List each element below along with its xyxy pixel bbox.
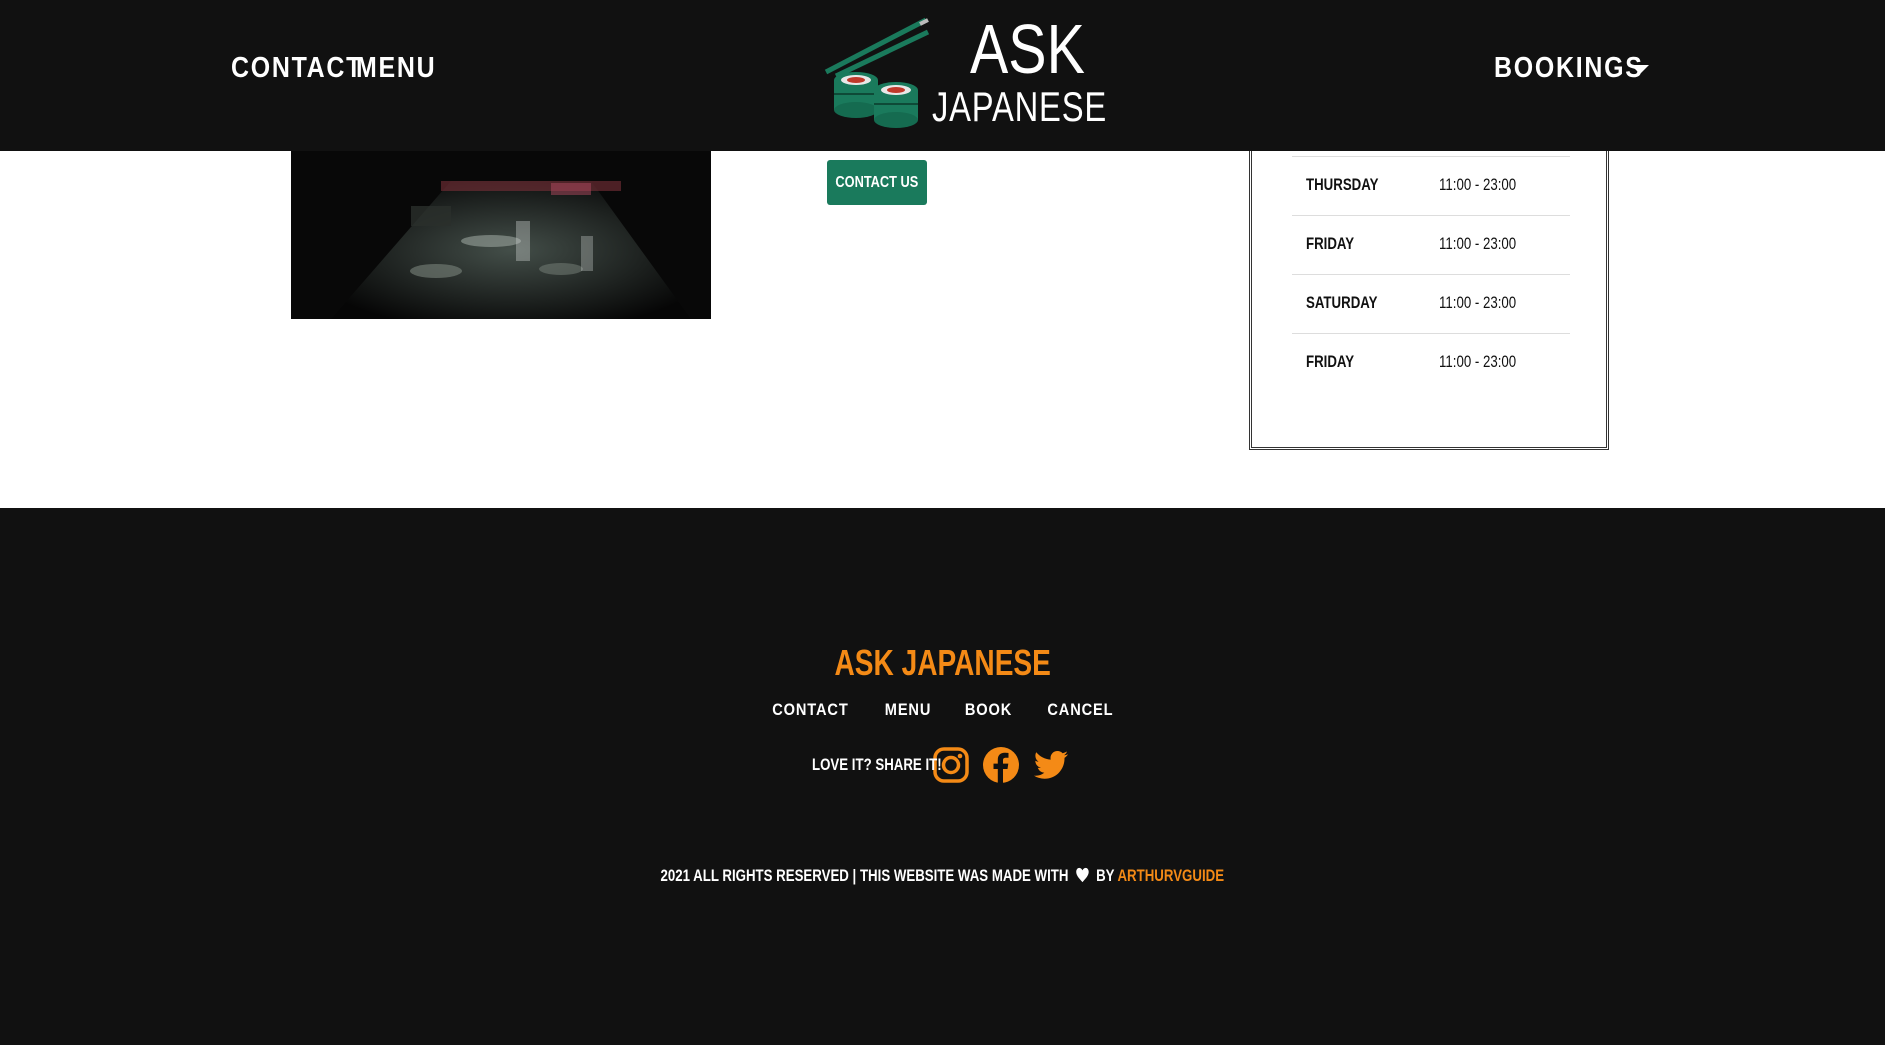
hours-row: Friday 11:00 - 23:00 bbox=[1292, 215, 1570, 274]
contact-us-button[interactable]: CONTACT US bbox=[827, 160, 927, 205]
footer-nav: CONTACT MENU BOOK CANCEL bbox=[0, 700, 1885, 720]
facebook-icon[interactable] bbox=[982, 746, 1020, 784]
caret-down-icon[interactable] bbox=[1631, 65, 1649, 74]
footer-brand: ASK JAPANESE bbox=[0, 642, 1885, 684]
heart-icon bbox=[1076, 867, 1089, 883]
share-row: LOVE IT? SHARE IT! bbox=[812, 745, 1082, 785]
hours-day: Thursday bbox=[1306, 175, 1379, 194]
share-text: LOVE IT? SHARE IT! bbox=[812, 755, 942, 774]
contact-us-label: CONTACT US bbox=[835, 173, 919, 191]
site-logo[interactable]: ASK JAPANESE bbox=[822, 10, 1106, 134]
copyright-container: 2021 ALL RIGHTS RESERVED | THIS WEBSITE … bbox=[661, 866, 1225, 886]
navbar: CONTACT MENU ASK JAPANESE BOOKINGS bbox=[0, 0, 1885, 151]
footer-link-menu[interactable]: MENU bbox=[885, 700, 931, 720]
opening-hours-box: Thursday 11:00 - 23:00 Friday 11:00 - 23… bbox=[1249, 141, 1609, 450]
hours-row: Friday 11:00 - 23:00 bbox=[1292, 333, 1570, 392]
restaurant-photo bbox=[291, 151, 711, 319]
footer-link-cancel[interactable]: CANCEL bbox=[1047, 700, 1113, 720]
footer-link-book[interactable]: BOOK bbox=[965, 700, 1012, 720]
footer-link-contact[interactable]: CONTACT bbox=[772, 700, 848, 720]
copyright-text: 2021 ALL RIGHTS RESERVED | THIS WEBSITE … bbox=[660, 866, 1069, 885]
hours-row: Saturday 11:00 - 23:00 bbox=[1292, 274, 1570, 333]
nav-bookings-dropdown[interactable]: BOOKINGS bbox=[1494, 52, 1644, 85]
hours-time: 11:00 - 23:00 bbox=[1439, 293, 1517, 312]
chopsticks-logo-icon bbox=[824, 17, 930, 128]
copyright-by: BY bbox=[1096, 866, 1115, 885]
copyright-line: 2021 ALL RIGHTS RESERVED | THIS WEBSITE … bbox=[0, 866, 1885, 886]
logo-text-ask: ASK bbox=[970, 10, 1085, 88]
hours-day: Friday bbox=[1306, 352, 1355, 371]
author-link[interactable]: ARTHURVGUIDE bbox=[1118, 866, 1225, 885]
hours-time: 11:00 - 23:00 bbox=[1439, 352, 1517, 371]
hours-time: 11:00 - 23:00 bbox=[1439, 234, 1517, 253]
hours-day: Friday bbox=[1306, 234, 1355, 253]
footer-brand-text: ASK JAPANESE bbox=[834, 642, 1051, 683]
hours-day: Saturday bbox=[1306, 293, 1378, 312]
logo-text-japanese: JAPANESE bbox=[932, 83, 1107, 130]
nav-menu-link[interactable]: MENU bbox=[356, 52, 436, 85]
nav-contact-link[interactable]: CONTACT bbox=[231, 52, 363, 85]
hours-row: Thursday 11:00 - 23:00 bbox=[1292, 156, 1570, 215]
twitter-icon[interactable] bbox=[1032, 746, 1070, 784]
hours-time: 11:00 - 23:00 bbox=[1439, 175, 1517, 194]
restaurant-image bbox=[291, 151, 711, 319]
main-content: CONTACT US Thursday 11:00 - 23:00 Friday… bbox=[0, 141, 1885, 508]
